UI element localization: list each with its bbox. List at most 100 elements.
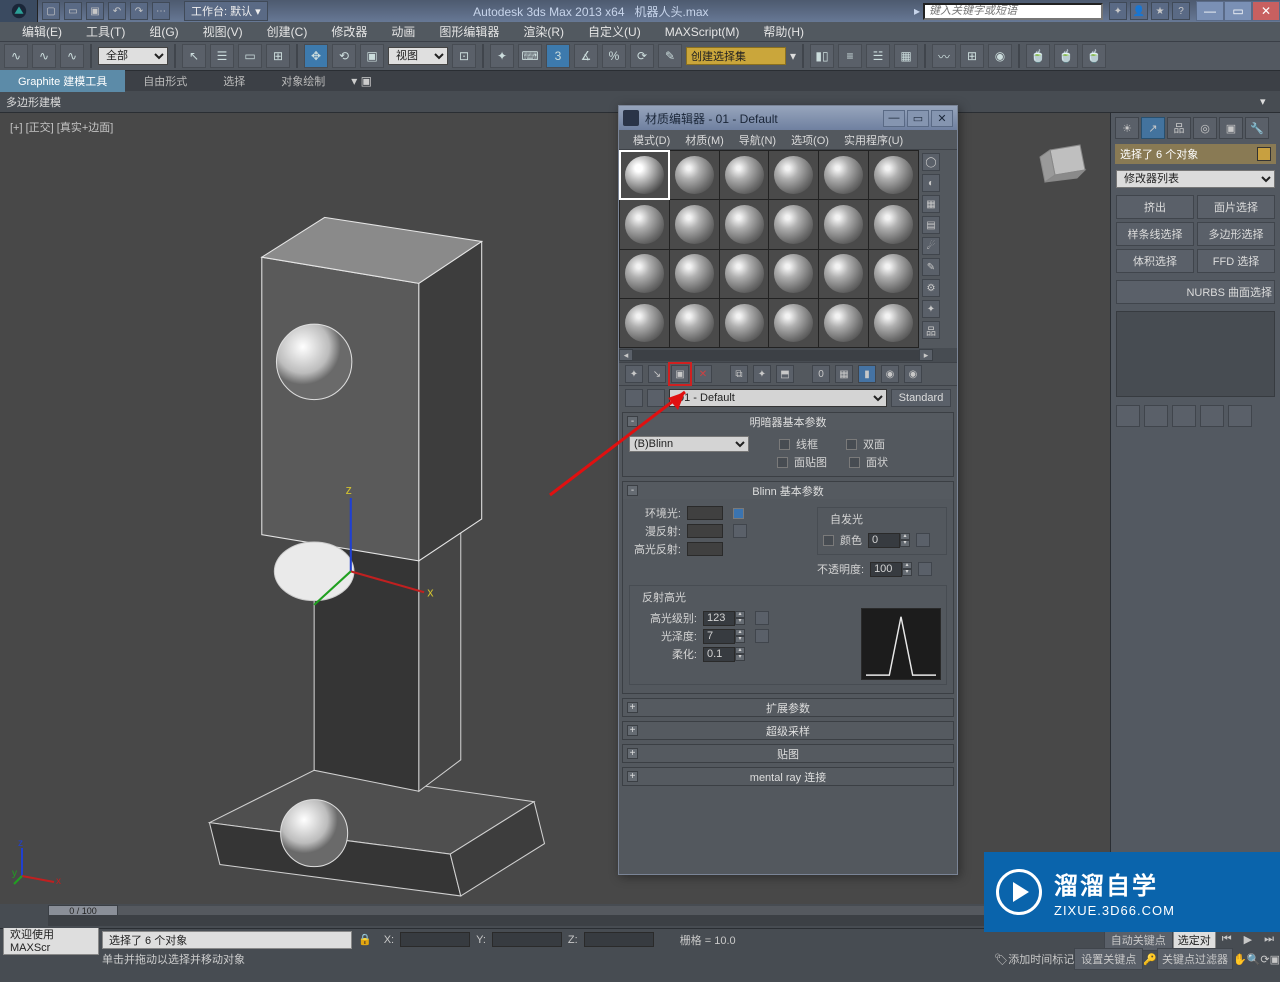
render-setup-icon[interactable]: 🍵 bbox=[1026, 44, 1050, 68]
percent-snap-icon[interactable]: % bbox=[602, 44, 626, 68]
cmd-tab-modify[interactable]: ↗ bbox=[1141, 117, 1165, 139]
menu-help[interactable]: 帮助(H) bbox=[753, 21, 814, 42]
btn-poly-select[interactable]: 多边形选择 bbox=[1197, 222, 1275, 246]
new-icon[interactable]: ▢ bbox=[42, 2, 60, 20]
selection-filter[interactable]: 全部 bbox=[98, 47, 168, 65]
coord-x-input[interactable] bbox=[400, 932, 470, 947]
mirror-icon[interactable]: ▮▯ bbox=[810, 44, 834, 68]
ribbon-expand-icon[interactable]: ▾ ▣ bbox=[351, 74, 372, 88]
pivot-icon[interactable]: ⊡ bbox=[452, 44, 476, 68]
nav-orbit-icon[interactable]: ⟳ bbox=[1260, 953, 1269, 966]
mat-slot[interactable] bbox=[819, 250, 868, 298]
menu-customize[interactable]: 自定义(U) bbox=[578, 21, 651, 42]
open-icon[interactable]: ▭ bbox=[64, 2, 82, 20]
mat-slot[interactable] bbox=[620, 151, 669, 199]
menu-rendering[interactable]: 渲染(R) bbox=[513, 21, 574, 42]
spec-level-map-icon[interactable] bbox=[755, 611, 769, 625]
window-crossing-icon[interactable]: ⊞ bbox=[266, 44, 290, 68]
spinner-snap-icon[interactable]: ⟳ bbox=[630, 44, 654, 68]
check-wire[interactable] bbox=[779, 439, 790, 450]
eyedropper-icon[interactable] bbox=[647, 389, 665, 407]
mat-slot[interactable] bbox=[720, 299, 769, 347]
nav-pan-icon[interactable]: ✋ bbox=[1233, 953, 1247, 966]
check-facemap[interactable] bbox=[777, 457, 788, 468]
material-name[interactable]: 01 - Default bbox=[669, 389, 887, 407]
select-name-icon[interactable]: ☰ bbox=[210, 44, 234, 68]
maxscript-mini[interactable]: 欢迎使用 MAXScr bbox=[3, 925, 99, 955]
key-filters[interactable]: 关键点过滤器 bbox=[1157, 948, 1233, 970]
signin-icon[interactable]: 👤 bbox=[1130, 2, 1148, 20]
render-frame-icon[interactable]: 🍵 bbox=[1054, 44, 1078, 68]
diffuse-swatch[interactable] bbox=[687, 524, 723, 538]
cmd-tab-create[interactable]: ☀ bbox=[1115, 117, 1139, 139]
redo-icon[interactable]: ↷ bbox=[130, 2, 148, 20]
ref-coord-system[interactable]: 视图 bbox=[388, 47, 448, 65]
mat-sample-slots[interactable] bbox=[619, 150, 919, 348]
soften-spinner[interactable]: 0.1 bbox=[703, 647, 735, 662]
mat-slot[interactable] bbox=[670, 250, 719, 298]
render-icon[interactable]: 🍵 bbox=[1082, 44, 1106, 68]
mat-editor-icon[interactable]: ◉ bbox=[988, 44, 1012, 68]
material-type-button[interactable]: Standard bbox=[891, 389, 951, 407]
snap-toggle-icon[interactable]: 3 bbox=[546, 44, 570, 68]
nav-max-icon[interactable]: ▣ bbox=[1270, 953, 1280, 966]
manip-icon[interactable]: ✦ bbox=[490, 44, 514, 68]
nav-zoom-icon[interactable]: 🔍 bbox=[1247, 953, 1261, 966]
mat-minimize[interactable]: — bbox=[883, 110, 905, 127]
select-by-mat-icon[interactable]: ✦ bbox=[922, 300, 940, 318]
uv-tile-icon[interactable]: ▤ bbox=[922, 216, 940, 234]
go-sibling-icon[interactable]: ◉ bbox=[904, 365, 922, 383]
setkey-button[interactable]: 设置关键点 bbox=[1074, 948, 1143, 970]
make-copy-icon[interactable]: ⧉ bbox=[730, 365, 748, 383]
make-preview-icon[interactable]: ✎ bbox=[922, 258, 940, 276]
scroll-right-icon[interactable]: ▸ bbox=[919, 349, 933, 361]
app-icon[interactable] bbox=[0, 0, 38, 22]
menu-grapheditors[interactable]: 图形编辑器 bbox=[429, 21, 509, 42]
mat-menu-modes[interactable]: 模式(D) bbox=[627, 130, 676, 150]
playback-play-icon[interactable]: ▶ bbox=[1238, 933, 1258, 946]
put-to-lib-icon[interactable]: ⬒ bbox=[776, 365, 794, 383]
rollout-supersample[interactable]: +超级采样 bbox=[623, 722, 953, 739]
favorites-icon[interactable]: ★ bbox=[1151, 2, 1169, 20]
btn-volume-select[interactable]: 体积选择 bbox=[1116, 249, 1194, 273]
mat-slot[interactable] bbox=[670, 151, 719, 199]
viewport-label[interactable]: [+] [正交] [真实+边面] bbox=[10, 119, 113, 135]
mtl-map-nav-icon[interactable]: 品 bbox=[922, 321, 940, 339]
mat-slot[interactable] bbox=[769, 151, 818, 199]
mat-slot[interactable] bbox=[620, 200, 669, 248]
time-tag-icon[interactable]: 🏷 bbox=[994, 953, 1008, 966]
sample-type-icon[interactable]: ◯ bbox=[922, 153, 940, 171]
mat-slot[interactable] bbox=[769, 200, 818, 248]
mat-menu-navigate[interactable]: 导航(N) bbox=[733, 130, 782, 150]
mat-menu-material[interactable]: 材质(M) bbox=[679, 130, 730, 150]
menu-animation[interactable]: 动画 bbox=[381, 21, 425, 42]
stack-remove-icon[interactable] bbox=[1200, 405, 1224, 427]
menu-maxscript[interactable]: MAXScript(M) bbox=[655, 23, 750, 41]
background-icon[interactable]: ▦ bbox=[922, 195, 940, 213]
pick-mat-icon[interactable] bbox=[625, 389, 643, 407]
help-icon[interactable]: ? bbox=[1172, 2, 1190, 20]
stack-show-icon[interactable] bbox=[1144, 405, 1168, 427]
menu-tools[interactable]: 工具(T) bbox=[76, 21, 135, 42]
mat-close[interactable]: ✕ bbox=[931, 110, 953, 127]
opacity-map-icon[interactable] bbox=[918, 562, 932, 576]
maximize-button[interactable]: ▭ bbox=[1224, 1, 1252, 21]
coord-y-input[interactable] bbox=[492, 932, 562, 947]
cmd-tab-hierarchy[interactable]: 品 bbox=[1167, 117, 1191, 139]
object-color-swatch[interactable] bbox=[1257, 147, 1271, 161]
video-check-icon[interactable]: ☄ bbox=[922, 237, 940, 255]
search-input[interactable] bbox=[923, 3, 1103, 20]
curve-editor-icon[interactable]: 〰 bbox=[932, 44, 956, 68]
minimize-button[interactable]: — bbox=[1196, 1, 1224, 21]
mat-slot[interactable] bbox=[720, 250, 769, 298]
unlink-icon[interactable]: ∿ bbox=[32, 44, 56, 68]
mat-slot[interactable] bbox=[620, 250, 669, 298]
ribbon-panel-dropdown-icon[interactable]: ▾ bbox=[1260, 95, 1274, 108]
btn-ffd-select[interactable]: FFD 选择 bbox=[1197, 249, 1275, 273]
save-icon[interactable]: ▣ bbox=[86, 2, 104, 20]
modifier-stack[interactable] bbox=[1116, 311, 1275, 397]
mat-slot[interactable] bbox=[720, 151, 769, 199]
toggle-ribbon-icon[interactable]: ▦ bbox=[894, 44, 918, 68]
ribbon-tab-selection[interactable]: 选择 bbox=[205, 70, 263, 92]
undo-icon[interactable]: ↶ bbox=[108, 2, 126, 20]
